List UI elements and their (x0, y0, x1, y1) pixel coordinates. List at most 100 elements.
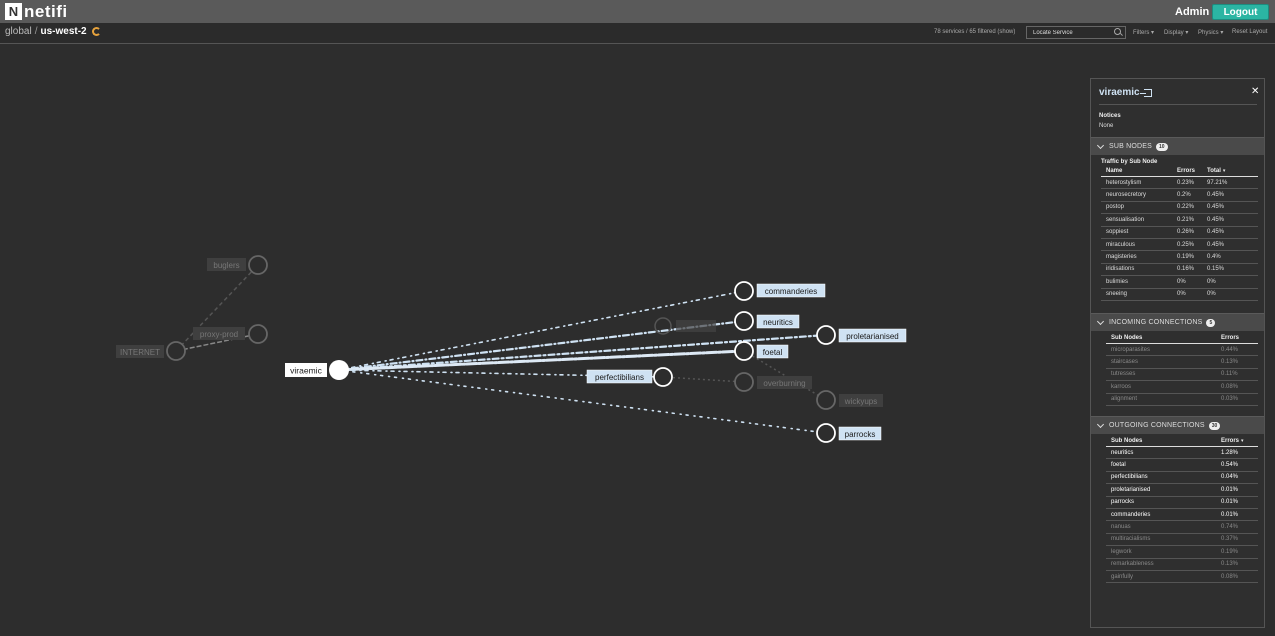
table-row[interactable]: bulimies 0% 0% (1101, 276, 1258, 289)
col-sub-nodes[interactable]: Sub Nodes (1106, 335, 1221, 343)
table-row[interactable]: tutresses 0.11% (1106, 369, 1258, 382)
node-overburning[interactable]: overburning (734, 372, 812, 392)
table-row[interactable]: legwork 0.19% (1106, 546, 1258, 559)
table-row[interactable]: sensualisation 0.21% 0.45% (1101, 214, 1258, 227)
node-parrocks[interactable]: parrocks (816, 423, 882, 443)
display-menu[interactable]: Display ▾ (1164, 29, 1188, 36)
table-row[interactable]: staircases 0.13% (1106, 356, 1258, 369)
cell-total: 0.15% (1207, 266, 1225, 273)
breadcrumb-separator: / (34, 26, 38, 37)
cell-name: heterostylism (1106, 179, 1142, 186)
cell-errors: 0.23% (1177, 179, 1195, 186)
section-outgoing[interactable]: OUTGOING CONNECTIONS 30 (1091, 416, 1264, 434)
hidden-node-label (676, 320, 716, 332)
table-row[interactable]: perfectibilians 0.04% (1106, 472, 1258, 485)
table-row[interactable]: miraculous 0.25% 0.45% (1101, 239, 1258, 252)
reset-layout-button[interactable]: Reset Layout (1232, 29, 1267, 35)
table-row[interactable]: neurosecretory 0.2% 0.45% (1101, 189, 1258, 202)
col-name[interactable]: Name (1101, 168, 1177, 176)
node-circle[interactable] (816, 423, 836, 443)
node-perfectibilians[interactable]: perfectibilians (586, 367, 673, 387)
logo[interactable]: N netifi (5, 3, 68, 20)
node-circle[interactable] (816, 390, 836, 410)
table-row[interactable]: foetal 0.54% (1106, 459, 1258, 472)
section-incoming[interactable]: INCOMING CONNECTIONS 5 (1091, 313, 1264, 331)
chevron-down-icon (1096, 317, 1105, 325)
cell-total: 97.21% (1207, 179, 1228, 186)
service-graph[interactable]: buglers proxy-prod INTERNET overburning (0, 44, 1088, 636)
node-circle[interactable] (816, 325, 836, 345)
table-row[interactable]: remarkableness 0.13% (1106, 559, 1258, 571)
cell-errors: 0.54% (1221, 462, 1239, 469)
cell-total: 0.45% (1207, 192, 1225, 199)
table-row[interactable]: commanderies 0.01% (1106, 509, 1258, 522)
table-row[interactable]: multiracialisms 0.37% (1106, 534, 1258, 547)
node-circle[interactable] (734, 372, 754, 392)
close-icon[interactable]: ✕ (1251, 86, 1259, 97)
table-row[interactable]: gainfully 0.08% (1106, 571, 1258, 584)
node-buglers[interactable]: buglers (207, 255, 268, 275)
table-row[interactable]: alignment 0.03% (1106, 394, 1258, 406)
node-circle[interactable] (329, 360, 349, 380)
refresh-icon[interactable] (91, 27, 101, 36)
caret-down-icon: ▾ (1183, 30, 1189, 36)
cell-name: nanuas (1111, 524, 1131, 531)
table-row[interactable]: neuritics 1.28% (1106, 447, 1258, 460)
node-circle[interactable] (248, 324, 268, 344)
table-row[interactable]: karroos 0.08% (1106, 381, 1258, 394)
cell-total: 0.4% (1207, 254, 1221, 261)
outgoing-rows: neuritics 1.28% foetal 0.54% perfectibilians… (1106, 447, 1258, 584)
node-commanderies[interactable]: commanderies (734, 281, 826, 301)
node-label-commanderies: commanderies (765, 287, 817, 296)
locate-service-input[interactable] (1026, 26, 1126, 39)
table-row[interactable]: parrocks 0.01% (1106, 497, 1258, 509)
table-row[interactable]: proletarianised 0.01% (1106, 484, 1258, 497)
col-errors[interactable]: Errors ▾ (1221, 438, 1258, 446)
table-row[interactable]: sneeing 0% 0% (1101, 289, 1258, 301)
table-row[interactable]: magisteries 0.19% 0.4% (1101, 251, 1258, 264)
filters-menu[interactable]: Filters ▾ (1133, 29, 1154, 36)
node-circle[interactable] (734, 281, 754, 301)
edge-foetal-wickyups (743, 350, 827, 401)
node-foetal[interactable]: foetal (734, 341, 789, 361)
logout-button[interactable]: Logout (1212, 4, 1269, 20)
breadcrumb-global[interactable]: global (5, 26, 32, 37)
col-errors[interactable]: Errors (1221, 335, 1258, 343)
node-neuritics[interactable]: neuritics (734, 311, 800, 331)
node-label-buglers: buglers (213, 261, 239, 270)
col-sub-nodes[interactable]: Sub Nodes (1106, 438, 1221, 446)
section-title: OUTGOING CONNECTIONS (1109, 422, 1205, 429)
cell-errors: 0.04% (1221, 474, 1239, 481)
show-filtered-link[interactable]: (show) (997, 29, 1015, 35)
table-row[interactable]: heterostylism 0.23% 97.21% (1101, 177, 1258, 190)
table-row[interactable]: nanuas 0.74% (1106, 521, 1258, 534)
node-proletarianised[interactable]: proletarianised (816, 325, 907, 345)
node-circle[interactable] (248, 255, 268, 275)
toolbar: global / us-west-2 78 services / 65 filt… (0, 23, 1275, 44)
col-total[interactable]: Total ▾ (1207, 168, 1247, 176)
node-circle[interactable] (166, 341, 186, 361)
dim-edges (175, 264, 827, 401)
table-row[interactable]: soppiest 0.26% 0.45% (1101, 227, 1258, 239)
dim-nodes[interactable]: buglers proxy-prod INTERNET overburning (116, 255, 883, 410)
col-errors[interactable]: Errors (1177, 168, 1207, 176)
node-circle[interactable] (734, 341, 754, 361)
node-internet[interactable]: INTERNET (116, 341, 186, 361)
node-wickyups[interactable]: wickyups (816, 390, 883, 410)
active-nodes[interactable]: commanderies neuritics proletarianised f… (586, 281, 907, 443)
node-proxy-prod[interactable]: proxy-prod (193, 324, 268, 344)
section-sub-nodes[interactable]: SUB NODES 10 (1091, 137, 1264, 155)
cell-total: 0.45% (1207, 229, 1225, 236)
table-row[interactable]: microparasites 0.44% (1106, 344, 1258, 357)
node-circle[interactable] (734, 311, 754, 331)
node-circle[interactable] (653, 367, 673, 387)
physics-menu[interactable]: Physics ▾ (1198, 29, 1223, 36)
node-viraemic[interactable]: viraemic (285, 360, 349, 380)
table-row[interactable]: iridisations 0.16% 0.15% (1101, 264, 1258, 277)
caret-down-icon: ▾ (1218, 30, 1224, 36)
table-row[interactable]: postop 0.22% 0.45% (1101, 202, 1258, 215)
enter-icon[interactable] (1139, 88, 1152, 97)
cell-errors: 0.2% (1177, 192, 1191, 199)
display-label: Display (1164, 30, 1184, 36)
panel-title-text: viraemic (1099, 87, 1140, 98)
